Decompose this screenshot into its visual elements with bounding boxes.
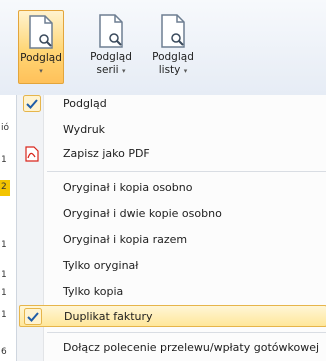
menu-item-label: Podgląd [63,97,107,110]
document-preview-icon [161,14,185,48]
menu-item-original-only[interactable]: Tylko oryginał [19,255,326,277]
document-preview-icon [29,15,53,49]
menu-item-original-two-copies[interactable]: Oryginał i dwie kopie osobno [19,203,326,225]
menu-item-label: Wydruk [63,123,106,136]
menu-item-label: Duplikat faktury [64,310,153,323]
preview-dropdown-menu: Podgląd Wydruk Zapisz jako PDF Oryginał … [16,95,326,361]
menu-item-save-pdf[interactable]: Zapisz jako PDF [19,143,326,165]
grid-cell-text: 1 [1,155,7,165]
list-preview-label-2: listy ▾ [158,64,188,76]
preview-button[interactable]: Podgląd ▾ [18,10,64,84]
menu-item-original-copy-together[interactable]: Oryginał i kopia razem [19,229,326,251]
menu-item-print[interactable]: Wydruk [19,119,326,141]
menu-item-attach-transfer-order[interactable]: Dołącz polecenie przelewu/wpłaty gotówko… [19,337,326,359]
grid-cell-text: 2 [1,182,7,192]
series-preview-label-1: Podgląd [90,51,132,63]
list-preview-button[interactable]: Podgląd listy ▾ [148,10,198,82]
menu-item-label: Tylko kopia [63,285,124,298]
chevron-down-icon: ▾ [121,67,126,75]
check-icon [24,308,42,325]
chevron-down-icon: ▾ [183,67,188,75]
grid-cell-text: 1 [1,240,7,250]
grid-cell-text: ió [1,123,10,133]
chevron-down-icon: ▾ [39,67,43,75]
menu-item-label: Oryginał i dwie kopie osobno [63,207,222,220]
ribbon-toolbar: Podgląd ▾ Podgląd serii ▾ Podgląd listy … [0,0,326,95]
grid-cell-text: 1 [1,288,7,298]
background-grid-strip: ió 1 2 1 1 1 1 6 [0,95,16,361]
document-preview-icon [99,14,123,48]
series-preview-button[interactable]: Podgląd serii ▾ [86,10,136,82]
menu-item-label: Dołącz polecenie przelewu/wpłaty gotówko… [63,341,320,354]
menu-separator [47,332,326,333]
menu-item-preview[interactable]: Podgląd [19,93,326,115]
menu-item-label: Zapisz jako PDF [63,147,150,160]
menu-item-invoice-duplicate[interactable]: Duplikat faktury [19,305,326,327]
grid-cell-text: 1 [1,270,7,280]
menu-item-copy-only[interactable]: Tylko kopia [19,281,326,303]
preview-button-label: Podgląd [20,52,62,64]
list-preview-label-1: Podgląd [152,51,194,63]
grid-cell-text: 6 [1,347,7,357]
grid-cell-text: 1 [1,310,7,320]
check-icon [23,95,41,112]
menu-item-label: Oryginał i kopia osobno [63,181,193,194]
pdf-icon [25,146,39,162]
menu-item-label: Oryginał i kopia razem [63,233,188,246]
series-preview-label-2: serii ▾ [96,64,126,76]
menu-item-label: Tylko oryginał [63,259,139,272]
menu-separator [47,171,326,172]
menu-item-original-copy-separate[interactable]: Oryginał i kopia osobno [19,177,326,199]
